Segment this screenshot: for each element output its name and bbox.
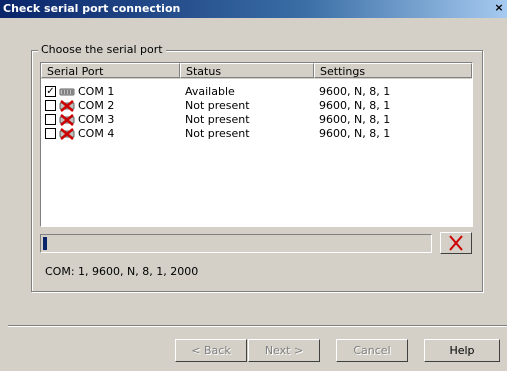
port-settings: 9600, N, 8, 1: [319, 113, 391, 126]
close-icon[interactable]: ×: [492, 1, 506, 15]
serial-port-list[interactable]: Serial Port Status Settings ✓ COM 1 Availa…: [40, 62, 473, 227]
column-header-status[interactable]: Status: [180, 63, 314, 78]
port-checkbox[interactable]: ✓: [45, 86, 56, 97]
port-not-present-icon: [58, 114, 76, 126]
abort-button[interactable]: [440, 232, 472, 254]
list-header: Serial Port Status Settings: [41, 63, 472, 79]
port-not-present-icon: [58, 128, 76, 140]
table-row[interactable]: COM 4 Not present 9600, N, 8, 1: [41, 127, 472, 141]
title-bar: Check serial port connection ×: [0, 0, 507, 18]
help-button[interactable]: Help: [424, 339, 500, 362]
port-name: COM 1: [78, 85, 115, 98]
port-status: Not present: [185, 99, 250, 112]
cancel-button[interactable]: Cancel: [336, 339, 408, 362]
window-title: Check serial port connection: [3, 2, 181, 15]
port-name: COM 2: [78, 99, 115, 112]
progress-fill: [43, 237, 47, 250]
port-checkbox[interactable]: [45, 114, 56, 125]
port-name: COM 3: [78, 113, 115, 126]
port-settings: 9600, N, 8, 1: [319, 85, 391, 98]
table-row[interactable]: ✓ COM 1 Available 9600, N, 8, 1: [41, 85, 472, 99]
progress-bar: [40, 234, 432, 253]
port-settings: 9600, N, 8, 1: [319, 127, 391, 140]
next-button[interactable]: Next >: [248, 339, 320, 362]
column-header-settings[interactable]: Settings: [314, 63, 472, 78]
serial-port-icon: [58, 86, 76, 98]
port-checkbox[interactable]: [45, 128, 56, 139]
port-settings: 9600, N, 8, 1: [319, 99, 391, 112]
port-checkbox[interactable]: [45, 100, 56, 111]
table-row[interactable]: COM 2 Not present 9600, N, 8, 1: [41, 99, 472, 113]
port-status-line: COM: 1, 9600, N, 8, 1, 2000: [45, 265, 199, 278]
port-status: Available: [185, 85, 235, 98]
red-x-icon: [449, 235, 463, 251]
back-button[interactable]: < Back: [175, 339, 247, 362]
port-status: Not present: [185, 127, 250, 140]
port-name: COM 4: [78, 127, 115, 140]
column-header-serial-port[interactable]: Serial Port: [41, 63, 180, 78]
group-legend: Choose the serial port: [38, 43, 166, 56]
port-status: Not present: [185, 113, 250, 126]
table-row[interactable]: COM 3 Not present 9600, N, 8, 1: [41, 113, 472, 127]
separator: [8, 325, 507, 327]
port-not-present-icon: [58, 100, 76, 112]
